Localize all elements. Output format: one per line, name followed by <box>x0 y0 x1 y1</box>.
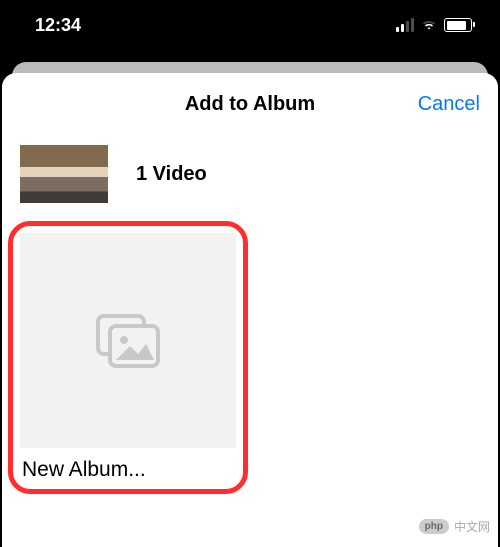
add-to-album-sheet: Add to Album Cancel 1 Video New Album... <box>2 73 498 547</box>
new-album-button[interactable]: New Album... <box>8 221 248 494</box>
selection-summary: 1 Video <box>2 135 498 221</box>
status-bar: 12:34 <box>0 0 500 50</box>
watermark-text: 中文网 <box>454 518 490 535</box>
status-icons <box>396 18 472 32</box>
watermark: php 中文网 <box>419 518 490 535</box>
photos-stack-icon <box>96 314 160 368</box>
selected-video-thumbnail <box>20 145 108 203</box>
sheet-title: Add to Album <box>185 93 315 116</box>
cancel-button[interactable]: Cancel <box>418 93 480 116</box>
album-grid: New Album... <box>2 221 498 494</box>
status-time: 12:34 <box>35 15 81 36</box>
new-album-label: New Album... <box>20 458 236 482</box>
sheet-header: Add to Album Cancel <box>2 73 498 135</box>
wifi-icon <box>420 18 438 32</box>
new-album-tile <box>20 233 236 448</box>
watermark-badge: php <box>419 519 449 534</box>
cellular-signal-icon <box>396 18 414 32</box>
battery-icon <box>444 18 472 32</box>
selection-count-label: 1 Video <box>136 163 207 186</box>
